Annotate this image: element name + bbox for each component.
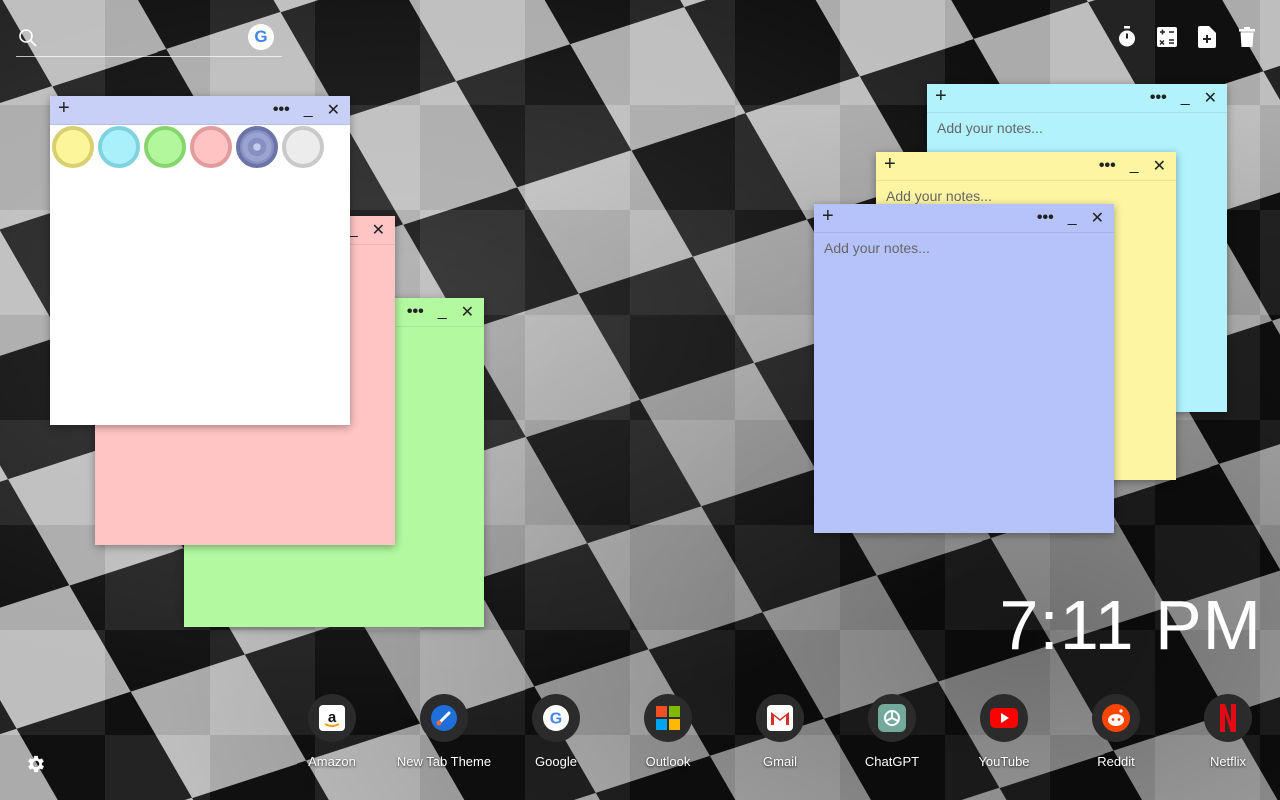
google-icon[interactable]: G: [532, 694, 580, 742]
search-icon: [19, 29, 37, 47]
color-swatch-blue[interactable]: [236, 126, 278, 168]
timer-icon[interactable]: [1116, 24, 1138, 50]
note-toolbar: + ••• _ ✕: [927, 84, 1227, 113]
shortcut-google[interactable]: G Google: [500, 694, 612, 769]
youtube-icon[interactable]: [980, 694, 1028, 742]
note-toolbar: + ••• _ ✕: [876, 152, 1176, 181]
chatgpt-icon[interactable]: [868, 694, 916, 742]
note-text-area[interactable]: Add your notes...: [886, 188, 1166, 204]
color-swatch-cyan[interactable]: [98, 126, 140, 168]
gmail-icon[interactable]: [756, 694, 804, 742]
add-note-icon[interactable]: +: [822, 205, 834, 228]
more-options-icon[interactable]: •••: [407, 303, 424, 321]
shortcut-label: Amazon: [308, 754, 356, 769]
more-options-icon[interactable]: •••: [1099, 157, 1116, 175]
shortcut-label: Reddit: [1097, 754, 1135, 769]
shortcut-label: New Tab Theme: [396, 754, 492, 769]
close-icon[interactable]: ✕: [461, 302, 474, 322]
shortcut-label: Google: [535, 754, 577, 769]
close-icon[interactable]: ✕: [327, 100, 340, 120]
add-note-icon[interactable]: +: [935, 85, 947, 108]
app-dock: a Amazon New Tab Theme G Google Outlook Gmail C…: [276, 694, 1280, 769]
close-icon[interactable]: ✕: [1153, 156, 1166, 176]
more-options-icon[interactable]: •••: [273, 101, 290, 119]
color-swatch-yellow[interactable]: [52, 126, 94, 168]
shortcut-label: Outlook: [645, 754, 691, 769]
color-swatch-green[interactable]: [144, 126, 186, 168]
shortcut-netflix[interactable]: Netflix: [1172, 694, 1280, 769]
sticky-note-blue[interactable]: + ••• _ ✕ Add your notes...: [814, 204, 1114, 533]
search-bar: G: [16, 24, 282, 57]
shortcut-amazon[interactable]: a Amazon: [276, 694, 388, 769]
shortcut-youtube[interactable]: YouTube: [948, 694, 1060, 769]
shortcut-label: Netflix: [1209, 754, 1247, 769]
close-icon[interactable]: ✕: [1091, 208, 1104, 228]
minimize-icon[interactable]: _: [304, 101, 313, 119]
search-input[interactable]: [46, 28, 250, 52]
clock: 7:11 PM: [999, 586, 1262, 664]
settings-gear-icon[interactable]: [25, 753, 47, 775]
outlook-icon[interactable]: [644, 694, 692, 742]
svg-text:G: G: [550, 711, 562, 728]
color-swatch-pink[interactable]: [190, 126, 232, 168]
add-note-icon[interactable]: +: [884, 153, 896, 176]
minimize-icon[interactable]: _: [349, 221, 358, 239]
add-note-icon[interactable]: +: [58, 97, 70, 120]
color-palette: [50, 124, 326, 170]
note-toolbar: + ••• _ ✕: [814, 204, 1114, 233]
more-options-icon[interactable]: •••: [1150, 89, 1167, 107]
trash-icon[interactable]: [1236, 24, 1258, 50]
new-note-icon[interactable]: [1196, 24, 1218, 50]
shortcut-reddit[interactable]: Reddit: [1060, 694, 1172, 769]
desktop-background: G ••• _ ✕ _ ✕ + ••• _ ✕ + ••• _ ✕ Add yo…: [0, 0, 1280, 800]
shortcut-new-tab-theme[interactable]: New Tab Theme: [388, 694, 500, 769]
minimize-icon[interactable]: _: [438, 303, 447, 321]
netflix-icon[interactable]: [1204, 694, 1252, 742]
sticky-note-white[interactable]: + ••• _ ✕: [50, 96, 350, 425]
new-tab-theme-icon[interactable]: [420, 694, 468, 742]
shortcut-label: YouTube: [978, 754, 1030, 769]
note-text-area[interactable]: Add your notes...: [937, 120, 1217, 136]
top-toolbar: [1116, 24, 1258, 50]
shortcut-gmail[interactable]: Gmail: [724, 694, 836, 769]
amazon-icon[interactable]: a: [308, 694, 356, 742]
minimize-icon[interactable]: _: [1130, 157, 1139, 175]
google-search-icon[interactable]: G: [248, 24, 274, 50]
shortcut-label: ChatGPT: [864, 754, 920, 769]
more-options-icon[interactable]: •••: [1037, 209, 1054, 227]
minimize-icon[interactable]: _: [1068, 209, 1077, 227]
calculator-icon[interactable]: [1156, 24, 1178, 50]
shortcut-outlook[interactable]: Outlook: [612, 694, 724, 769]
reddit-icon[interactable]: [1092, 694, 1140, 742]
shortcut-chatgpt[interactable]: ChatGPT: [836, 694, 948, 769]
close-icon[interactable]: ✕: [1204, 88, 1217, 108]
shortcut-label: Gmail: [763, 754, 797, 769]
minimize-icon[interactable]: _: [1181, 89, 1190, 107]
svg-text:a: a: [328, 709, 337, 726]
note-toolbar: + ••• _ ✕: [50, 96, 350, 125]
note-text-area[interactable]: Add your notes...: [824, 240, 1104, 256]
close-icon[interactable]: ✕: [372, 220, 385, 240]
color-swatch-white[interactable]: [282, 126, 324, 168]
